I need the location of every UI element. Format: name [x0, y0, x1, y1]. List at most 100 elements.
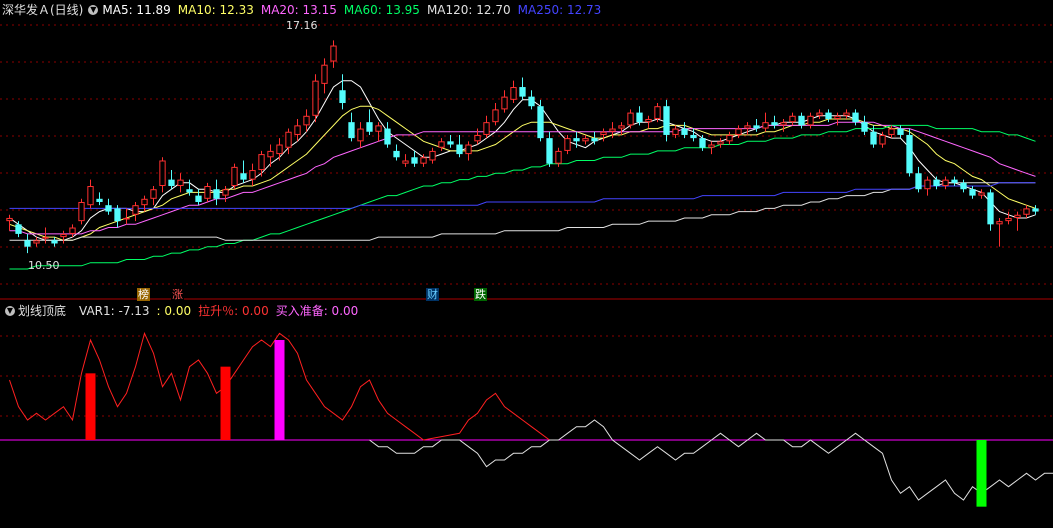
indicator-bar	[976, 440, 987, 507]
candle-body	[402, 160, 409, 164]
candle-body	[996, 221, 1003, 225]
candle	[519, 77, 526, 100]
candle	[1005, 211, 1012, 225]
candle	[87, 179, 94, 209]
candle	[348, 112, 355, 142]
candle-body	[429, 150, 436, 161]
candle	[222, 186, 229, 202]
candle	[807, 112, 814, 129]
candle	[96, 192, 103, 206]
candle-body	[276, 144, 283, 155]
ma-legend-ma60[interactable]: MA60: 13.95	[344, 3, 420, 17]
ma-legend-items: MA5: 11.89 MA10: 12.33 MA20: 13.15 MA60: 13…	[102, 3, 608, 17]
event-badge[interactable]: 跌	[474, 288, 487, 301]
candle	[51, 237, 58, 247]
candle	[681, 122, 688, 139]
candle	[177, 173, 184, 193]
candle	[375, 122, 382, 142]
high-price-label: 17.16	[286, 19, 318, 32]
candle-body	[213, 189, 220, 199]
candle	[816, 109, 823, 119]
candle	[933, 176, 940, 190]
candle	[267, 144, 274, 167]
candle-body	[204, 186, 211, 199]
candle	[843, 109, 850, 119]
event-badge[interactable]: 财	[426, 288, 439, 301]
candle-body	[528, 96, 535, 107]
candle	[897, 125, 904, 139]
indicator-legend-items: VAR1: -7.13: 0.00 拉升％: 0.00 买入准备: 0.00	[73, 304, 365, 318]
candle-body	[510, 87, 517, 100]
candle-body	[60, 233, 67, 238]
candle	[6, 214, 13, 231]
candle	[60, 230, 67, 244]
candle-body	[969, 189, 976, 196]
candle-body	[123, 217, 130, 220]
candle-body	[78, 201, 85, 222]
candle-body	[573, 138, 580, 142]
candle	[33, 237, 40, 247]
candle	[735, 125, 742, 139]
candle-body	[24, 240, 31, 247]
candle-body	[141, 198, 148, 206]
candle-body	[789, 115, 796, 123]
candle-body	[384, 128, 391, 145]
event-badge[interactable]: 榜	[137, 288, 150, 301]
candle-body	[438, 141, 445, 148]
candle	[204, 182, 211, 202]
event-badge[interactable]: 涨	[171, 288, 184, 301]
indicator-settings-icon[interactable]: ▼	[5, 305, 15, 316]
candle-body	[987, 192, 994, 225]
indicator-bar	[85, 373, 96, 440]
candle-body	[150, 189, 157, 199]
candle-body	[42, 237, 49, 239]
stock-title[interactable]: 深华发Ａ(日线)	[2, 3, 83, 17]
candle	[384, 122, 391, 148]
indicator-bar	[220, 366, 231, 440]
candle-body	[825, 112, 832, 119]
candle	[663, 99, 670, 142]
candle-body	[1014, 214, 1021, 218]
candle	[195, 189, 202, 206]
indicator-name[interactable]: 划线顶底	[18, 304, 66, 318]
low-price-label: 10.50	[28, 259, 60, 272]
candle-body	[582, 138, 589, 142]
candle-body	[807, 115, 814, 126]
ma-legend-ma10[interactable]: MA10: 12.33	[178, 3, 254, 17]
candle-body	[564, 138, 571, 151]
ma-legend-ma120[interactable]: MA120: 12.70	[427, 3, 511, 17]
candle-body	[240, 173, 247, 180]
candle	[924, 176, 931, 196]
candle	[726, 131, 733, 145]
ma-line-ma120	[9, 182, 1036, 241]
indicator-item: : 0.00	[156, 304, 192, 318]
ma-legend-ma250[interactable]: MA250: 12.73	[518, 3, 602, 17]
candle	[771, 115, 778, 129]
candle-body	[186, 189, 193, 193]
candle	[213, 179, 220, 206]
candle	[717, 138, 724, 148]
candle-body	[843, 112, 850, 116]
candle-body	[267, 150, 274, 158]
candle	[942, 176, 949, 190]
candle-body	[798, 115, 805, 126]
candle-body	[420, 157, 427, 164]
candle-body	[87, 186, 94, 206]
ma-legend-ma20[interactable]: MA20: 13.15	[261, 3, 337, 17]
settings-circle-icon[interactable]: ▼	[88, 4, 99, 15]
candle	[231, 163, 238, 190]
candle	[294, 118, 301, 142]
candle-body	[897, 128, 904, 135]
candle-body	[708, 144, 715, 148]
candle-body	[465, 144, 472, 155]
candle-body	[339, 90, 346, 104]
candle	[762, 112, 769, 132]
candle-body	[366, 122, 373, 132]
candle	[456, 134, 463, 158]
ma-legend-ma5[interactable]: MA5: 11.89	[102, 3, 170, 17]
candle-body	[636, 112, 643, 123]
candle-body	[483, 122, 490, 135]
candle-body	[546, 138, 553, 164]
candle-body	[726, 134, 733, 142]
candle-body	[780, 122, 787, 126]
